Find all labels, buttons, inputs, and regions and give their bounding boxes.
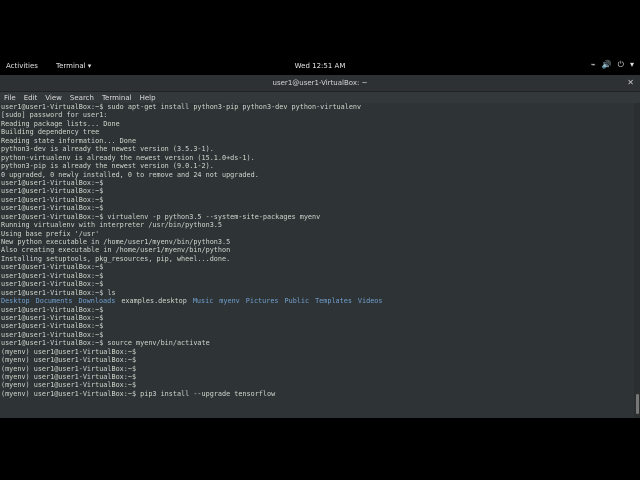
terminal-line: (myenv) user1@user1-VirtualBox:~$ <box>1 356 137 365</box>
terminal-line: Running virtualenv with interpreter /usr… <box>1 221 222 230</box>
terminal-line: user1@user1-VirtualBox:~$ <box>1 195 104 204</box>
terminal-line: user1@user1-VirtualBox:~$ source myenv/b… <box>1 339 210 348</box>
ls-output-line: Desktop Documents Downloads examples.deskto… <box>0 297 633 305</box>
terminal-line: python3-pip is already the newest versio… <box>1 162 214 171</box>
terminal-line: 0 upgraded, 0 newly installed, 0 to remo… <box>1 170 259 179</box>
close-icon[interactable]: ✕ <box>627 75 634 91</box>
terminal-line: python-virtualenv is already the newest … <box>1 153 255 162</box>
terminal-line: user1@user1-VirtualBox:~$ <box>1 187 104 196</box>
terminal-line: user1@user1-VirtualBox:~$ <box>1 263 104 272</box>
scrollbar-thumb[interactable] <box>636 394 639 414</box>
terminal-line: user1@user1-VirtualBox:~$ <box>1 305 104 314</box>
terminal-line: user1@user1-VirtualBox:~$ virtualenv -p … <box>1 212 321 221</box>
terminal-lines-before: user1@user1-VirtualBox:~$ sudo apt-get i… <box>0 103 633 297</box>
terminal-line: user1@user1-VirtualBox:~$ ls <box>1 288 116 297</box>
terminal-line: New python executable in /home/user1/mye… <box>1 238 231 246</box>
directory-entry: Music <box>192 297 214 306</box>
terminal-line: Using base prefix '/usr' <box>1 229 100 238</box>
terminal-output[interactable]: user1@user1-VirtualBox:~$ sudo apt-get i… <box>0 103 633 418</box>
terminal-line: python3-dev is already the newest versio… <box>1 145 214 154</box>
terminal-line: (myenv) user1@user1-VirtualBox:~$ <box>1 381 137 390</box>
terminal-line: user1@user1-VirtualBox:~$ <box>1 313 104 322</box>
network-icon: ⌁ <box>590 60 596 69</box>
directory-entry: Public <box>284 297 310 306</box>
window-titlebar[interactable]: user1@user1-VirtualBox: ~ ✕ <box>0 75 640 92</box>
terminal-line: Also creating executable in /home/user1/… <box>1 246 231 255</box>
window-title: user1@user1-VirtualBox: ~ <box>272 79 368 87</box>
directory-entry: Downloads <box>78 297 116 306</box>
terminal-line: (myenv) user1@user1-VirtualBox:~$ <box>1 364 137 373</box>
gnome-top-bar: Activities Terminal ▾ Wed 12:51 AM ⌁ 🔊 ⏻… <box>0 58 640 75</box>
scrollbar[interactable] <box>634 103 640 418</box>
terminal-line: (myenv) user1@user1-VirtualBox:~$ <box>1 347 137 356</box>
directory-entry: Videos <box>357 297 383 306</box>
terminal-line: user1@user1-VirtualBox:~$ <box>1 330 104 339</box>
chevron-down-icon: ▾ <box>629 60 634 69</box>
terminal-line: user1@user1-VirtualBox:~$ <box>1 271 104 280</box>
system-status-area[interactable]: ⌁ 🔊 ⏻ ▾ <box>591 60 634 70</box>
terminal-line: Installing setuptools, pkg_resources, pi… <box>1 254 231 263</box>
power-icon: ⏻ <box>617 60 624 69</box>
directory-entry: Templates <box>315 297 352 306</box>
directory-entry: Pictures <box>245 297 279 306</box>
terminal-line: user1@user1-VirtualBox:~$ <box>1 280 104 289</box>
terminal-line: (myenv) user1@user1-VirtualBox:~$ <box>1 373 137 381</box>
terminal-line: [sudo] password for user1: <box>1 111 108 120</box>
terminal-window: user1@user1-VirtualBox: ~ ✕ File Edit Vi… <box>0 75 640 418</box>
file-entry: examples.desktop <box>121 297 187 306</box>
clock[interactable]: Wed 12:51 AM <box>0 62 640 70</box>
terminal-line: user1@user1-VirtualBox:~$ <box>1 322 104 331</box>
terminal-line: (myenv) user1@user1-VirtualBox:~$ pip3 i… <box>1 389 276 398</box>
directory-entry: myenv <box>219 297 240 306</box>
terminal-lines-after: user1@user1-VirtualBox:~$ user1@user1-Vir… <box>0 306 633 399</box>
directory-entry: Documents <box>35 297 73 306</box>
terminal-line: Reading package lists... Done <box>1 119 120 128</box>
terminal-line: user1@user1-VirtualBox:~$ sudo apt-get i… <box>1 103 362 111</box>
terminal-line: user1@user1-VirtualBox:~$ <box>1 204 104 213</box>
directory-entry: Desktop <box>1 297 30 306</box>
terminal-line: Building dependency tree <box>1 128 100 137</box>
volume-icon: 🔊 <box>601 60 612 69</box>
terminal-line: user1@user1-VirtualBox:~$ <box>1 178 104 187</box>
terminal-line: Reading state information... Done <box>1 136 137 145</box>
